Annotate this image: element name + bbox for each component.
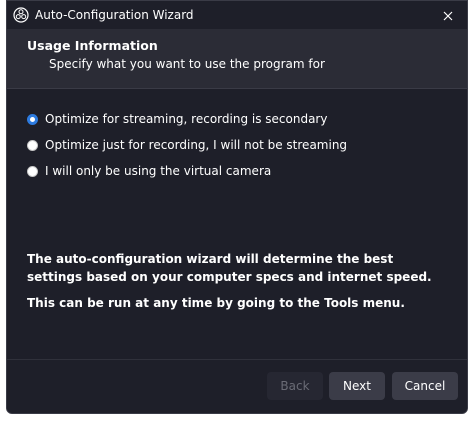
radio-virtual-camera[interactable]: [27, 165, 38, 177]
option-streaming-label: Optimize for streaming, recording is sec…: [45, 112, 328, 126]
page-header: Usage Information Specify what you want …: [7, 29, 467, 89]
page-title: Usage Information: [27, 38, 158, 53]
info-line-2: This can be run at any time by going to …: [27, 296, 405, 310]
option-recording-label: Optimize just for recording, I will not …: [45, 138, 348, 152]
close-button[interactable]: [437, 4, 459, 26]
info-text: The auto-configuration wizard will deter…: [27, 250, 452, 320]
obs-logo-icon: [13, 7, 29, 23]
radio-streaming[interactable]: [27, 113, 38, 125]
back-button[interactable]: Back: [267, 372, 323, 400]
cancel-button[interactable]: Cancel: [392, 372, 458, 400]
window-title: Auto-Configuration Wizard: [35, 8, 194, 22]
usage-options: Optimize for streaming, recording is sec…: [27, 106, 347, 184]
option-virtual-camera-label: I will only be using the virtual camera: [45, 164, 272, 178]
option-streaming[interactable]: Optimize for streaming, recording is sec…: [27, 106, 347, 132]
info-line-1: The auto-configuration wizard will deter…: [27, 252, 432, 284]
radio-recording[interactable]: [27, 139, 38, 151]
wizard-window: Auto-Configuration Wizard Usage Informat…: [6, 0, 468, 414]
page-subtitle: Specify what you want to use the program…: [49, 57, 325, 71]
option-recording[interactable]: Optimize just for recording, I will not …: [27, 132, 347, 158]
title-bar: Auto-Configuration Wizard: [7, 1, 467, 29]
option-virtual-camera[interactable]: I will only be using the virtual camera: [27, 158, 347, 184]
close-icon: [443, 6, 453, 25]
next-button[interactable]: Next: [329, 372, 385, 400]
button-bar: Back Next Cancel: [7, 359, 467, 413]
